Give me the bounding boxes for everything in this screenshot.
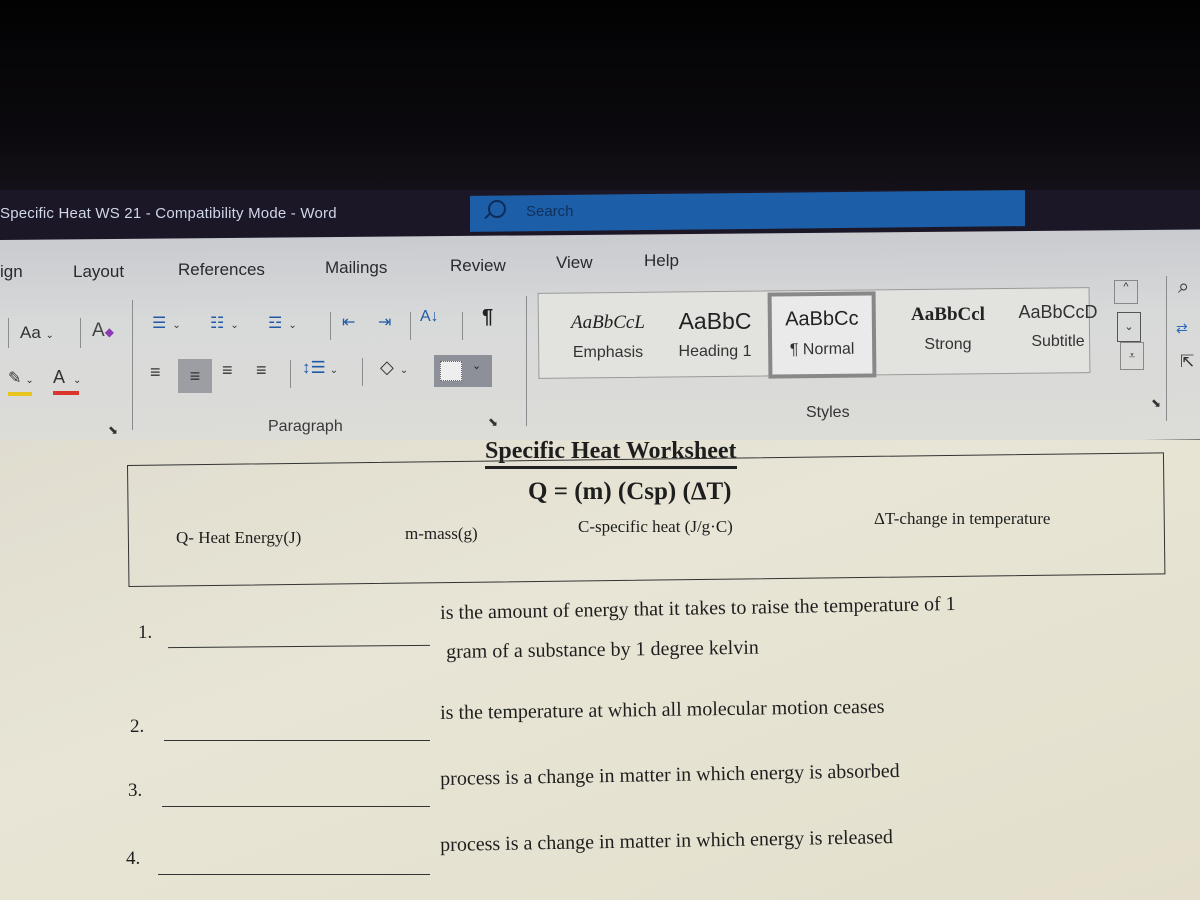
font-color-swatch: [53, 391, 79, 395]
select-icon[interactable]: ⇱: [1180, 352, 1194, 372]
line-spacing-icon[interactable]: ↕☰ ⌄: [302, 358, 338, 378]
shading-icon[interactable]: ◇ ⌄: [380, 357, 408, 378]
answer-blank[interactable]: [164, 740, 430, 741]
question-number: 4.: [126, 848, 141, 869]
chevron-down-icon: ⌄: [25, 375, 34, 386]
styles-dialog-launcher-icon[interactable]: ⬊: [1151, 396, 1161, 410]
style-name: Subtitle: [1031, 333, 1085, 350]
formula: Q = (m) (Csp) (ΔT): [528, 478, 732, 505]
multilevel-list-icon[interactable]: ☲ ⌄: [268, 313, 297, 333]
style-heading-1[interactable]: AaBbC Heading 1: [664, 308, 766, 361]
style-emphasis[interactable]: AaBbCcL Emphasis: [545, 312, 671, 362]
font-color-button[interactable]: A ⌄: [53, 367, 81, 388]
highlight-button[interactable]: ✎ ⌄: [8, 368, 34, 388]
legend-delta-t: ΔT-change in temperature: [874, 509, 1051, 528]
style-name: Emphasis: [572, 344, 644, 361]
search-icon[interactable]: [488, 200, 506, 218]
window-title: Specific Heat WS 21 - Compatibility Mode…: [0, 205, 337, 222]
question-number: 3.: [128, 780, 143, 801]
show-formatting-marks-icon[interactable]: ¶: [482, 306, 493, 329]
style-normal[interactable]: AaBbCc ¶ Normal: [767, 291, 877, 379]
paragraph-dialog-launcher-icon[interactable]: ⬊: [488, 415, 498, 429]
legend-specific-heat: C-specific heat (J/g·C): [578, 517, 733, 536]
legend-mass: m-mass(g): [405, 524, 478, 543]
tab-layout[interactable]: Layout: [73, 262, 124, 282]
separator: [462, 312, 463, 340]
style-name: Heading 1: [678, 343, 752, 360]
font-dialog-launcher-icon[interactable]: ⬊: [108, 423, 118, 437]
chevron-down-icon: ⌄: [472, 360, 482, 372]
style-name: Strong: [924, 336, 972, 353]
tab-help[interactable]: Help: [644, 251, 679, 271]
style-name: ¶ Normal: [789, 340, 855, 359]
style-preview: AaBbC: [678, 308, 752, 334]
align-center-icon[interactable]: ≡: [178, 359, 212, 393]
align-left-icon[interactable]: ≡: [150, 362, 161, 383]
monitor-bezel: [0, 0, 1200, 190]
search-input[interactable]: Search: [526, 203, 574, 220]
decrease-indent-icon[interactable]: ⇤: [342, 312, 355, 332]
align-right-icon[interactable]: ≡: [222, 360, 233, 381]
paragraph-group-label: Paragraph: [268, 418, 343, 435]
change-case-button[interactable]: Aa ⌄: [20, 323, 54, 343]
answer-blank[interactable]: [162, 806, 430, 807]
numbering-icon[interactable]: ☷ ⌄: [210, 313, 239, 333]
separator: [362, 358, 363, 386]
increase-indent-icon[interactable]: ⇥: [378, 312, 391, 332]
change-case-label: Aa: [20, 323, 41, 342]
borders-button[interactable]: ⌄: [434, 355, 492, 387]
find-icon[interactable]: ⌕: [1178, 276, 1189, 299]
sort-icon[interactable]: A↓: [420, 308, 439, 326]
style-preview: AaBbCcL: [571, 312, 645, 333]
tab-mailings[interactable]: Mailings: [325, 258, 387, 278]
style-subtitle[interactable]: AaBbCcD Subtitle: [1004, 302, 1112, 351]
separator: [330, 312, 331, 340]
chevron-down-icon: ⌄: [45, 330, 54, 341]
question-text-continued: gram of a substance by 1 degree kelvin: [446, 636, 759, 663]
tab-review[interactable]: Review: [450, 256, 506, 276]
style-preview: AaBbCcD: [1018, 302, 1098, 322]
style-preview: AaBbCcl: [911, 304, 985, 325]
separator: [290, 360, 291, 388]
question-number: 2.: [130, 716, 145, 737]
question-number: 1.: [138, 622, 153, 643]
style-strong[interactable]: AaBbCcl Strong: [893, 304, 1003, 354]
borders-icon: [440, 361, 462, 381]
highlight-color-swatch: [8, 392, 32, 396]
styles-more-icon[interactable]: ⩡: [1120, 342, 1144, 370]
styles-scroll-up-icon[interactable]: ^: [1114, 280, 1138, 304]
tab-view[interactable]: View: [556, 253, 593, 273]
tab-references[interactable]: References: [178, 260, 265, 280]
replace-icon[interactable]: ⇄: [1176, 320, 1188, 337]
separator: [8, 318, 9, 348]
separator: [1166, 276, 1167, 421]
answer-blank[interactable]: [158, 874, 430, 875]
separator: [132, 300, 133, 430]
justify-icon[interactable]: ≡: [256, 360, 267, 381]
clear-formatting-icon[interactable]: A◆: [92, 320, 114, 342]
style-preview: AaBbCc: [785, 307, 859, 331]
font-color-label: A: [53, 367, 66, 387]
styles-group-label: Styles: [806, 404, 850, 421]
separator: [526, 296, 527, 426]
bullets-icon[interactable]: ☰ ⌄: [152, 313, 181, 333]
styles-scroll-down-icon[interactable]: ⌄: [1117, 312, 1141, 342]
chevron-down-icon: ⌄: [73, 375, 82, 386]
separator: [410, 312, 411, 340]
tab-design[interactable]: ign: [0, 262, 23, 282]
legend-heat-energy: Q- Heat Energy(J): [176, 528, 302, 547]
separator: [80, 318, 81, 348]
